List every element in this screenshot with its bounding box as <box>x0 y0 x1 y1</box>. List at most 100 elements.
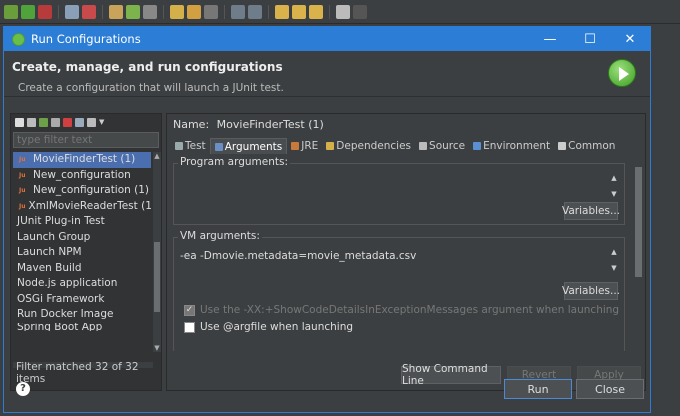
scroll-thumb[interactable] <box>154 242 160 312</box>
tree-item-junit-plugin-test[interactable]: JUnit Plug-in Test <box>13 214 151 230</box>
arguments-tab-icon <box>214 142 223 151</box>
test-tab-icon <box>175 142 183 150</box>
vm-arguments-input[interactable]: -ea -Dmovie.metadata=movie_metadata.csv <box>176 246 622 272</box>
common-tab-icon <box>558 142 567 150</box>
debug-icon[interactable] <box>4 4 18 19</box>
tree-item-label: XmlMovieReaderTest (1) <box>28 199 151 212</box>
tab-common[interactable]: Common <box>554 138 619 154</box>
argfile-checkbox[interactable] <box>184 321 195 333</box>
tree-item-label: Node.js application <box>17 277 118 289</box>
scroll-up-icon[interactable]: ▲ <box>153 152 161 160</box>
environment-tab-icon <box>473 142 482 150</box>
scroll-thumb[interactable] <box>635 167 642 277</box>
toolbar-separator <box>58 4 59 19</box>
run-icon[interactable] <box>21 4 35 19</box>
tree-item-label: MovieFinderTest (1) <box>33 153 136 165</box>
scroll-up-icon[interactable]: ▲ <box>608 248 620 256</box>
tree-item-launch-npm[interactable]: Launch NPM <box>13 245 151 261</box>
annotation-icon[interactable] <box>187 4 201 19</box>
minimize-icon[interactable]: — <box>530 27 570 51</box>
program-args-spinner[interactable]: ▲ ▼ <box>608 174 620 198</box>
scroll-up-icon[interactable]: ▲ <box>608 174 620 182</box>
last-edit-icon[interactable] <box>309 4 323 19</box>
run-banner-icon <box>608 59 636 87</box>
vm-args-spinner[interactable]: ▲ ▼ <box>608 248 620 272</box>
eclipse-main-toolbar <box>0 0 680 24</box>
tree-item-label: New_configuration (1) <box>33 184 150 196</box>
vm-variables-button[interactable]: Variables... <box>562 282 620 300</box>
chevron-down-icon[interactable]: ▼ <box>99 118 104 126</box>
name-row: Name: MovieFinderTest (1) <box>169 118 324 131</box>
filter-icon[interactable] <box>87 117 96 127</box>
help-icon[interactable]: ? <box>16 382 30 396</box>
new-icon[interactable] <box>65 4 79 19</box>
run-button[interactable]: Run <box>504 379 572 399</box>
vm-arguments-label: VM arguments: <box>178 230 262 242</box>
collapse-all-icon[interactable] <box>75 117 84 127</box>
filter-input[interactable] <box>13 132 159 148</box>
tree-item-launch-group[interactable]: Launch Group <box>13 230 151 246</box>
nav-forward-icon[interactable] <box>336 4 350 19</box>
scroll-down-icon[interactable]: ▼ <box>153 344 161 352</box>
configuration-list-pane: ▼ Ju MovieFinderTest (1) Ju New_configur… <box>10 113 162 391</box>
tab-source[interactable]: Source <box>415 138 469 154</box>
tree-item-xmlmoviereadertest[interactable]: Ju XmlMovieReaderTest (1) <box>13 199 151 215</box>
duplicate-icon[interactable] <box>51 117 60 127</box>
tree-item-nodejs-application[interactable]: Node.js application <box>13 276 151 292</box>
tree-item-label: New_configuration <box>33 168 131 181</box>
tab-label: Arguments <box>224 140 283 153</box>
tree-item-spring-boot-app[interactable]: Spring Boot App <box>13 323 151 331</box>
forward-icon[interactable] <box>292 4 306 19</box>
pin-icon[interactable] <box>204 4 218 19</box>
new-prototype-icon[interactable] <box>27 117 36 127</box>
config-toolbar: ▼ <box>11 114 161 130</box>
tab-arguments[interactable]: Arguments <box>209 138 288 154</box>
tree-item-label: Spring Boot App <box>17 322 103 331</box>
header-title: Create, manage, and run configurations <box>12 60 283 74</box>
dialog-header: Create, manage, and run configurations C… <box>4 51 650 97</box>
tree-item-maven-build[interactable]: Maven Build <box>13 261 151 277</box>
tab-environment[interactable]: Environment <box>469 138 554 154</box>
maximize-icon[interactable]: ☐ <box>570 27 610 51</box>
close-button[interactable]: Close <box>576 379 644 399</box>
tree-scrollbar[interactable]: ▲ ▼ <box>153 152 161 352</box>
tab-jre[interactable]: JRE <box>287 138 322 154</box>
new-package-icon[interactable] <box>126 4 140 19</box>
configuration-tree: Ju MovieFinderTest (1) Ju New_configurat… <box>13 152 151 352</box>
tab-test[interactable]: Test <box>171 138 210 154</box>
dialog-titlebar[interactable]: Run Configurations — ☐ ✕ <box>4 27 650 51</box>
name-value[interactable]: MovieFinderTest (1) <box>217 118 324 131</box>
tab-label: Common <box>568 140 616 152</box>
prev-annotation-icon[interactable] <box>248 4 262 19</box>
tree-item-run-docker-image[interactable]: Run Docker Image <box>13 307 151 323</box>
scroll-down-icon[interactable]: ▼ <box>608 190 620 198</box>
tree-item-new-configuration[interactable]: Ju New_configuration <box>13 168 151 184</box>
delete-icon[interactable] <box>63 117 72 127</box>
tab-dependencies[interactable]: Dependencies <box>322 138 415 154</box>
tab-label: JRE <box>301 140 319 152</box>
close-icon[interactable]: ✕ <box>610 27 650 51</box>
tree-item-new-configuration-1[interactable]: Ju New_configuration (1) <box>13 183 151 199</box>
show-command-line-button[interactable]: Show Command Line <box>401 363 501 387</box>
terminal-icon[interactable] <box>353 4 367 19</box>
tree-item-moviefindertest[interactable]: Ju MovieFinderTest (1) <box>13 152 151 168</box>
editor-scrollbar[interactable] <box>633 155 643 351</box>
showcode-checkbox-row: ✓ Use the -XX:+ShowCodeDetailsInExceptio… <box>184 304 619 316</box>
scroll-down-icon[interactable]: ▼ <box>608 264 620 272</box>
showcode-checkbox: ✓ <box>184 304 195 316</box>
tree-item-osgi-framework[interactable]: OSGi Framework <box>13 292 151 308</box>
export-icon[interactable] <box>39 117 48 127</box>
program-arguments-input[interactable] <box>176 172 622 198</box>
new-class-icon[interactable] <box>109 4 123 19</box>
back-icon[interactable] <box>275 4 289 19</box>
argfile-label: Use @argfile when launching <box>200 321 354 333</box>
next-annotation-icon[interactable] <box>231 4 245 19</box>
open-type-icon[interactable] <box>170 4 184 19</box>
program-variables-button[interactable]: Variables... <box>562 202 620 220</box>
new-config-icon[interactable] <box>15 117 24 127</box>
configuration-editor-pane: Name: MovieFinderTest (1) Test Arguments… <box>166 113 646 391</box>
external-tools-icon[interactable] <box>82 4 96 19</box>
search-icon[interactable] <box>143 4 157 19</box>
coverage-icon[interactable] <box>38 4 52 19</box>
program-arguments-group: Program arguments: ▲ ▼ Variables... <box>173 156 625 225</box>
